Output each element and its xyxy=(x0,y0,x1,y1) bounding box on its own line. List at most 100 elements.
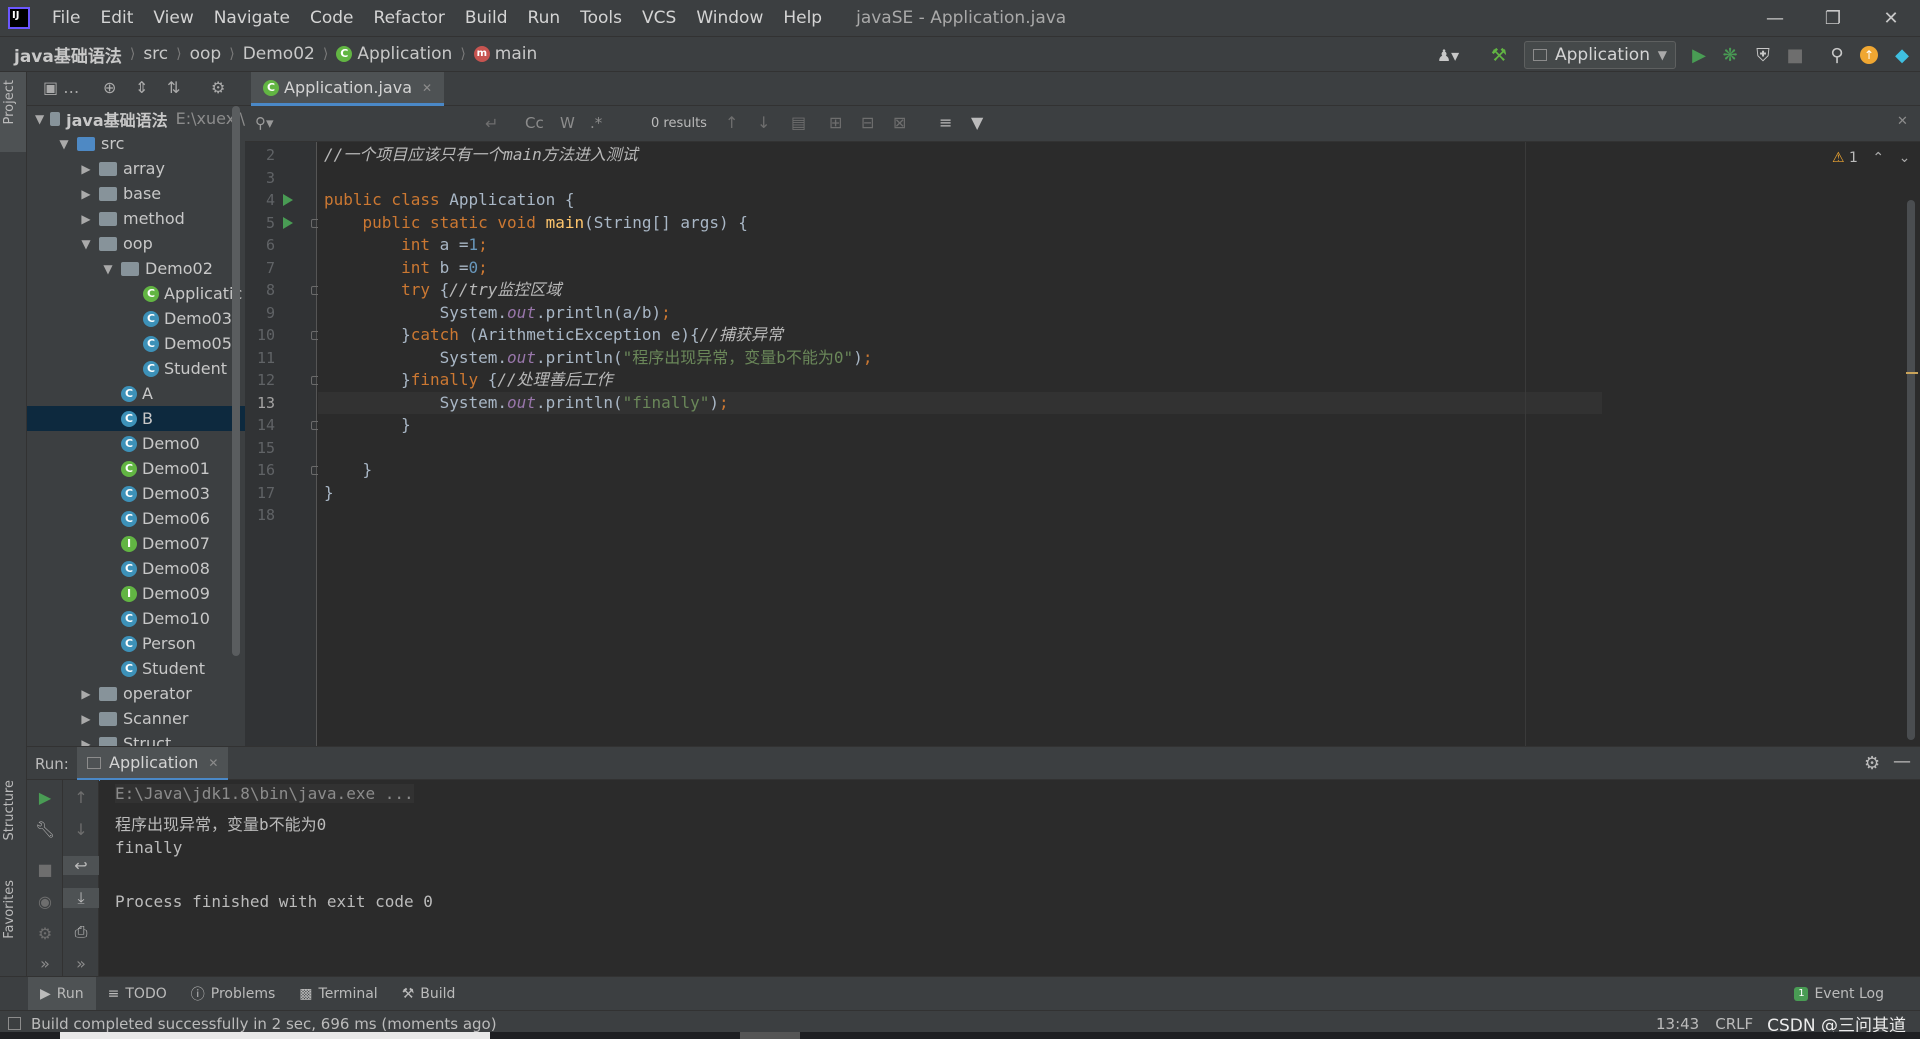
line-number[interactable]: 3 xyxy=(245,169,275,187)
line-number[interactable]: 5 xyxy=(245,214,275,232)
minimize-icon[interactable]: — xyxy=(1746,0,1804,36)
tree-scrollbar[interactable] xyxy=(232,106,240,656)
line-number[interactable]: 15 xyxy=(245,439,275,457)
line-number[interactable]: 7 xyxy=(245,259,275,277)
tree-item[interactable]: ▶ Struct xyxy=(27,731,245,746)
breadcrumb-src[interactable]: src xyxy=(143,44,168,64)
breadcrumb-main[interactable]: m main xyxy=(473,44,537,64)
run-configuration-select[interactable]: Application ▼ xyxy=(1524,41,1676,69)
menu-help[interactable]: Help xyxy=(773,8,832,28)
tree-item[interactable]: ▶ array xyxy=(27,156,245,181)
wrench-icon[interactable]: 🔧︎ xyxy=(27,820,63,839)
menu-edit[interactable]: Edit xyxy=(90,8,143,28)
tree-item[interactable]: ▶ base xyxy=(27,181,245,206)
status-message[interactable]: Build completed successfully in 2 sec, 6… xyxy=(31,1015,497,1033)
chevron-right-icon[interactable]: ▶ xyxy=(79,187,93,201)
previous-highlight-icon[interactable]: ⌃ xyxy=(1872,150,1884,166)
code-line[interactable]: System.out.println("finally"); xyxy=(318,391,1602,414)
code-line[interactable]: int a =1; xyxy=(324,234,488,257)
settings-icon[interactable]: ⚙ xyxy=(27,924,63,943)
line-number[interactable]: 16 xyxy=(245,461,275,479)
soft-wrap-icon[interactable]: ↩ xyxy=(63,856,99,875)
menu-vcs[interactable]: VCS xyxy=(632,8,686,28)
select-all-occurrences-icon[interactable]: ⊠ xyxy=(893,113,906,132)
line-number[interactable]: 17 xyxy=(245,484,275,502)
update-icon[interactable]: ↑ xyxy=(1857,43,1881,67)
locate-icon[interactable]: ⊕ xyxy=(103,78,116,97)
tool-tab-run[interactable]: ▶ Run xyxy=(28,976,96,1011)
select-all-icon[interactable]: ▤ xyxy=(791,113,806,132)
tree-item[interactable]: C Person xyxy=(27,631,245,656)
chevron-right-icon[interactable]: ▶ xyxy=(79,212,93,226)
arrow-down-icon[interactable]: ↓ xyxy=(757,113,770,132)
tree-item[interactable]: C Demo05 xyxy=(27,331,245,356)
tree-item[interactable]: I Demo07 xyxy=(27,531,245,556)
tree-item[interactable]: C Applicatic xyxy=(27,281,245,306)
arrow-up-icon[interactable]: ↑ xyxy=(63,788,99,807)
menu-code[interactable]: Code xyxy=(300,8,364,28)
code-line[interactable]: int b =0; xyxy=(324,257,488,280)
search-icon[interactable]: ⚲ xyxy=(1825,43,1849,67)
caret-position[interactable]: 13:43 xyxy=(1656,1015,1699,1033)
gear-icon[interactable]: ⚙ xyxy=(211,78,225,97)
stop-icon[interactable]: ■ xyxy=(27,860,63,879)
filter-lines-icon[interactable]: ≡ xyxy=(939,113,952,132)
chevron-down-icon[interactable]: ▼ xyxy=(79,237,93,251)
add-occurrence-icon[interactable]: ⊞ xyxy=(829,113,842,132)
close-find-icon[interactable]: ✕ xyxy=(1897,114,1908,129)
close-tab-icon[interactable]: ✕ xyxy=(422,81,432,95)
menu-window[interactable]: Window xyxy=(686,8,773,28)
run-icon[interactable]: ▶ xyxy=(1687,43,1711,67)
console-output[interactable]: E:\Java\jdk1.8\bin\java.exe ... 程序出现异常，变… xyxy=(100,780,1920,976)
code-area[interactable]: //一个项目应该只有一个main方法进入测试 public class Appli… xyxy=(318,142,1920,746)
line-number[interactable]: 9 xyxy=(245,304,275,322)
menu-tools[interactable]: Tools xyxy=(570,8,632,28)
toolbox-icon[interactable]: ◆ xyxy=(1890,43,1914,67)
view-mode-icon[interactable]: ▣ … xyxy=(43,78,79,97)
tool-tab-terminal[interactable]: ▩ Terminal xyxy=(287,977,389,1011)
code-line[interactable]: public static void main(String[] args) { xyxy=(324,212,748,235)
project-side-tab[interactable]: Project xyxy=(2,80,17,124)
line-number[interactable]: 4 xyxy=(245,191,275,209)
next-highlight-icon[interactable]: ⌄ xyxy=(1899,150,1911,166)
tree-item[interactable]: ▼ src xyxy=(27,131,245,156)
code-line[interactable]: public class Application { xyxy=(324,189,574,212)
code-line[interactable]: }finally {//处理善后工作 xyxy=(324,369,613,392)
line-number[interactable]: 18 xyxy=(245,506,275,524)
run-tab-application[interactable]: Application ✕ xyxy=(77,747,229,781)
line-number[interactable]: 8 xyxy=(245,281,275,299)
coverage-icon[interactable]: ⛨ xyxy=(1751,43,1775,67)
tree-item[interactable]: C Student xyxy=(27,356,245,381)
code-line[interactable]: } xyxy=(324,414,411,437)
tree-item[interactable]: CB xyxy=(27,406,245,431)
tree-item[interactable]: C Demo03 xyxy=(27,481,245,506)
inspection-widget[interactable]: ⚠ 1 ⌃ ⌄ xyxy=(1832,150,1910,166)
chevron-right-icon[interactable]: ▶ xyxy=(79,162,93,176)
build-hammer-icon[interactable]: ⚒ xyxy=(1487,43,1511,67)
line-number[interactable]: 6 xyxy=(245,236,275,254)
menu-file[interactable]: File xyxy=(42,8,90,28)
tree-item[interactable]: ▶ Scanner xyxy=(27,706,245,731)
menu-build[interactable]: Build xyxy=(455,8,518,28)
chevron-right-icon[interactable]: ▶ xyxy=(79,687,93,701)
tree-item[interactable]: C Demo06 xyxy=(27,506,245,531)
tool-tab-problems[interactable]: ⓘ Problems xyxy=(179,977,288,1011)
whole-words-toggle[interactable]: W xyxy=(560,114,575,132)
more-icon[interactable]: » xyxy=(63,954,99,973)
line-number[interactable]: 14 xyxy=(245,416,275,434)
find-input[interactable] xyxy=(285,110,465,138)
tree-item[interactable]: C Demo03 xyxy=(27,306,245,331)
chevron-right-icon[interactable]: ▶ xyxy=(79,712,93,726)
line-number[interactable]: 13 xyxy=(245,394,275,412)
tool-tab-build[interactable]: ⚒ Build xyxy=(390,977,468,1011)
arrow-down-icon[interactable]: ↓ xyxy=(63,820,99,839)
arrow-up-icon[interactable]: ↑ xyxy=(725,113,738,132)
tree-item[interactable]: I Demo09 xyxy=(27,581,245,606)
tree-item[interactable]: C Demo0 xyxy=(27,431,245,456)
gear-icon[interactable]: ⚙ xyxy=(1864,753,1880,774)
breadcrumb-application[interactable]: C Application xyxy=(336,44,452,64)
line-number[interactable]: 2 xyxy=(245,146,275,164)
tool-tab-todo[interactable]: ≡ TODO xyxy=(96,977,179,1011)
favorites-side-tab[interactable]: Favorites xyxy=(2,880,17,939)
line-number[interactable]: 10 xyxy=(245,326,275,344)
